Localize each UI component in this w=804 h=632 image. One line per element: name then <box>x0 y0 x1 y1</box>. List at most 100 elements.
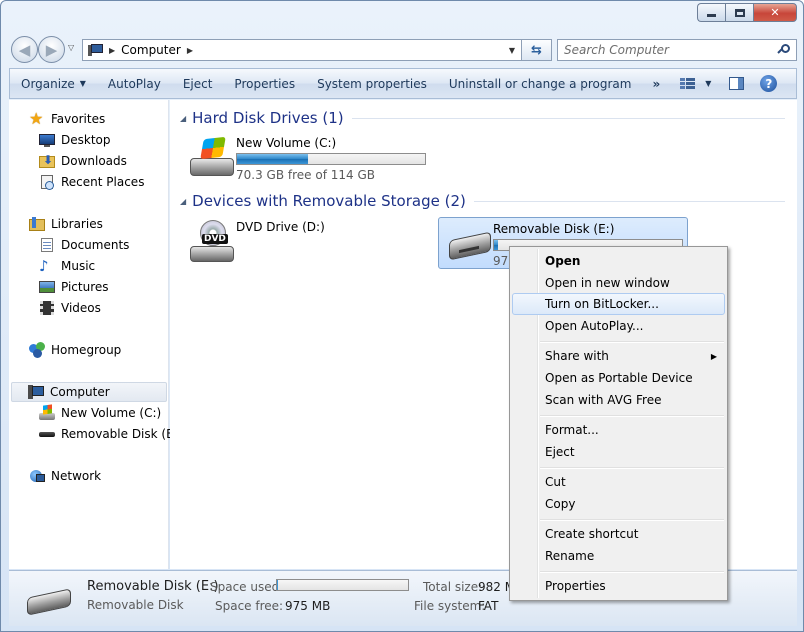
nav-new-volume-c[interactable]: New Volume (C:) <box>39 403 161 423</box>
nav-label: New Volume (C:) <box>61 406 162 420</box>
submenu-arrow-icon: ▶ <box>710 351 717 361</box>
navigation-pane: ★ Favorites Desktop ⬇ Downloads Recent Pla… <box>9 100 182 569</box>
hard-drive-icon <box>39 404 55 421</box>
drive-usage-meter <box>236 153 426 165</box>
recent-pages-dropdown[interactable]: ▽ <box>68 43 74 52</box>
details-type: Removable Disk <box>87 598 184 612</box>
dvd-drive-icon: DVD <box>188 220 236 264</box>
menu-item-open-autoplay[interactable]: Open AutoPlay... <box>512 315 725 337</box>
nav-label: Computer <box>50 385 110 399</box>
nav-recent-places[interactable]: Recent Places <box>39 172 144 192</box>
breadcrumb-separator-icon[interactable]: ▶ <box>109 46 115 55</box>
minimize-icon <box>707 14 716 17</box>
menu-item-open-portable-device[interactable]: Open as Portable Device <box>512 367 725 389</box>
total-size-label: Total size: <box>423 580 483 594</box>
uninstall-program-button[interactable]: Uninstall or change a program <box>438 69 643 98</box>
nav-libraries[interactable]: Libraries <box>29 214 103 234</box>
nav-music[interactable]: ♪ Music <box>39 256 95 276</box>
removable-disk-icon <box>27 587 75 617</box>
computer-icon <box>28 384 44 400</box>
menu-item-turn-on-bitlocker[interactable]: Turn on BitLocker... <box>512 293 725 315</box>
nav-documents[interactable]: Documents <box>39 235 129 255</box>
preview-pane-icon[interactable] <box>729 77 745 90</box>
nav-computer[interactable]: Computer <box>11 382 167 402</box>
drive-tile-c[interactable]: New Volume (C:) 70.3 GB free of 114 GB <box>182 132 438 184</box>
nav-videos[interactable]: Videos <box>39 298 101 318</box>
details-name: Removable Disk (E:) <box>87 579 219 594</box>
change-view-button[interactable]: ▼ <box>672 77 719 90</box>
nav-downloads[interactable]: ⬇ Downloads <box>39 151 127 171</box>
close-icon: ✕ <box>770 6 780 19</box>
group-title: Devices with Removable Storage (2) <box>192 192 466 210</box>
minimize-button[interactable] <box>697 3 725 22</box>
organize-label: Organize <box>21 76 75 91</box>
nav-label: Pictures <box>61 280 109 294</box>
back-button[interactable]: ◀ <box>11 36 38 63</box>
more-commands-button[interactable]: » <box>642 77 672 91</box>
pictures-icon <box>39 279 55 295</box>
help-icon[interactable]: ? <box>760 75 778 92</box>
group-header-removable-storage[interactable]: ◢ Devices with Removable Storage (2) <box>180 190 785 212</box>
address-dropdown-button[interactable]: ▼ <box>503 40 521 60</box>
documents-icon <box>39 237 55 253</box>
menu-item-format[interactable]: Format... <box>512 419 725 441</box>
menu-item-copy[interactable]: Copy <box>512 493 725 515</box>
nav-network[interactable]: Network <box>29 466 101 486</box>
network-icon <box>29 468 45 484</box>
menu-separator <box>540 467 724 469</box>
group-title: Hard Disk Drives (1) <box>192 109 344 127</box>
nav-pictures[interactable]: Pictures <box>39 277 109 297</box>
nav-label: Videos <box>61 301 101 315</box>
nav-desktop[interactable]: Desktop <box>39 130 111 150</box>
music-icon: ♪ <box>39 257 49 275</box>
collapse-triangle-icon[interactable]: ◢ <box>180 114 186 123</box>
autoplay-button[interactable]: AutoPlay <box>97 69 172 98</box>
chevron-down-icon[interactable]: ▼ <box>705 79 711 88</box>
menu-label: Share with <box>545 349 609 363</box>
nav-favorites[interactable]: ★ Favorites <box>29 109 105 129</box>
nav-homegroup[interactable]: Homegroup <box>29 340 121 360</box>
nav-label: Desktop <box>61 133 111 147</box>
forward-button[interactable]: ▶ <box>38 36 65 63</box>
organize-button[interactable]: Organize ▼ <box>10 69 97 98</box>
collapse-triangle-icon[interactable]: ◢ <box>180 197 186 206</box>
close-button[interactable]: ✕ <box>753 3 797 22</box>
command-bar: Organize ▼ AutoPlay Eject Properties Syst… <box>9 68 797 99</box>
system-properties-button[interactable]: System properties <box>306 69 438 98</box>
menu-item-rename[interactable]: Rename <box>512 545 725 567</box>
search-icon[interactable] <box>777 44 790 56</box>
context-menu: Open Open in new window Turn on BitLocke… <box>509 246 728 601</box>
address-bar[interactable]: ▶ Computer ▶ ▼ <box>82 39 522 61</box>
breadcrumb-chevron-icon[interactable]: ▶ <box>187 46 193 55</box>
refresh-button[interactable]: ⇆ <box>522 39 552 61</box>
menu-item-cut[interactable]: Cut <box>512 471 725 493</box>
eject-button[interactable]: Eject <box>172 69 224 98</box>
menu-item-share-with[interactable]: Share with ▶ <box>512 345 725 367</box>
menu-item-eject[interactable]: Eject <box>512 441 725 463</box>
breadcrumb-computer[interactable]: Computer <box>121 43 181 57</box>
menu-item-open[interactable]: Open <box>512 250 725 272</box>
meter-fill <box>494 240 498 250</box>
search-box[interactable]: Search Computer <box>557 39 797 61</box>
recent-places-icon <box>39 174 55 190</box>
menu-item-properties[interactable]: Properties <box>512 575 725 597</box>
drive-name: Removable Disk (E:) <box>493 222 615 236</box>
search-input[interactable]: Search Computer <box>564 43 778 57</box>
maximize-button[interactable] <box>725 3 753 22</box>
menu-item-create-shortcut[interactable]: Create shortcut <box>512 523 725 545</box>
chevron-down-icon: ▼ <box>508 45 516 55</box>
space-free-value: 975 MB <box>285 599 331 613</box>
group-header-hard-disk-drives[interactable]: ◢ Hard Disk Drives (1) <box>180 107 785 129</box>
menu-separator <box>540 341 724 343</box>
drive-tile-d[interactable]: DVD DVD Drive (D:) <box>182 216 432 268</box>
removable-disk-icon <box>445 222 493 266</box>
libraries-icon <box>29 216 45 232</box>
drive-name: New Volume (C:) <box>236 136 337 150</box>
view-list-icon <box>680 77 696 90</box>
menu-item-scan-avg[interactable]: Scan with AVG Free <box>512 389 725 411</box>
chevron-down-icon: ▼ <box>79 79 86 88</box>
menu-separator <box>540 519 724 521</box>
nav-removable-disk-e[interactable]: Removable Disk (E:) <box>39 424 182 444</box>
properties-button[interactable]: Properties <box>223 69 306 98</box>
menu-item-open-new-window[interactable]: Open in new window <box>512 272 725 294</box>
